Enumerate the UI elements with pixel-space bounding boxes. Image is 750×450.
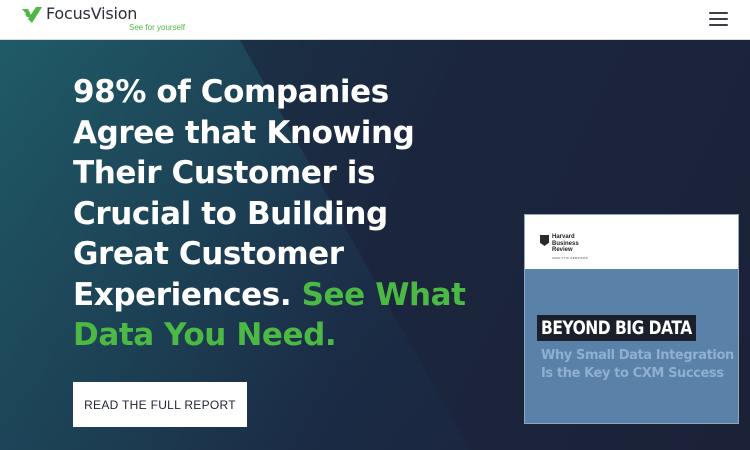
site-header: FocusVision See for yourself: [0, 0, 750, 40]
hbr-shield-icon: [540, 235, 549, 246]
brand-name: FocusVision: [46, 4, 138, 23]
read-full-report-button[interactable]: READ THE FULL REPORT: [73, 382, 247, 427]
publisher-name: Harvard Business Review: [552, 234, 579, 253]
publisher-subname: ANALYTIC SERVICES: [552, 255, 588, 260]
report-subtitle: Why Small Data Integration Is the Key to…: [541, 348, 734, 381]
focusvision-logo[interactable]: FocusVision See for yourself: [22, 5, 185, 32]
report-cover-image[interactable]: Harvard Business Review ANALYTIC SERVICE…: [524, 214, 739, 424]
report-cover-header: Harvard Business Review ANALYTIC SERVICE…: [525, 215, 738, 269]
focusvision-logo-icon: [22, 7, 42, 23]
hamburger-menu-icon[interactable]: [709, 12, 728, 26]
hbr-logo: Harvard Business Review ANALYTIC SERVICE…: [540, 234, 598, 261]
report-title: BEYOND BIG DATA: [537, 315, 696, 341]
brand-tagline: See for yourself: [129, 23, 186, 32]
hero-headline: 98% of Companies Agree that Knowing Thei…: [73, 72, 473, 356]
